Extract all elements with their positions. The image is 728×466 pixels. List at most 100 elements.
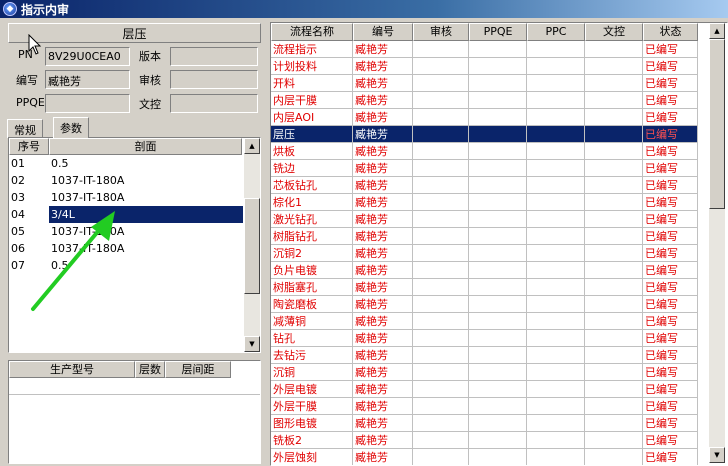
process-cell-id: 臧艳芳 <box>353 296 413 313</box>
process-row[interactable]: 内层干膜 臧艳芳 已编写 <box>271 92 698 109</box>
process-col-header[interactable]: 流程名称 <box>271 23 353 41</box>
process-row[interactable]: 铣板2 臧艳芳 已编写 <box>271 432 698 449</box>
pn-field[interactable]: 8V29U0CEA0 <box>45 47 130 66</box>
process-col-header[interactable]: 状态 <box>643 23 698 41</box>
param-row[interactable]: 01 0.5 <box>9 155 243 172</box>
process-cell-id: 臧艳芳 <box>353 381 413 398</box>
process-row[interactable]: 沉铜2 臧艳芳 已编写 <box>271 245 698 262</box>
scroll-thumb[interactable] <box>244 198 260 294</box>
process-cell-empty <box>413 75 469 92</box>
process-cell-id: 臧艳芳 <box>353 58 413 75</box>
process-row[interactable]: 层压 臧艳芳 已编写 <box>271 126 698 143</box>
param-row-no: 01 <box>11 157 25 170</box>
process-cell-empty <box>527 449 585 465</box>
process-cell-empty <box>413 194 469 211</box>
param-col-profile[interactable]: 剖面 <box>49 138 242 155</box>
process-row[interactable]: 树脂钻孔 臧艳芳 已编写 <box>271 228 698 245</box>
process-row[interactable]: 激光钻孔 臧艳芳 已编写 <box>271 211 698 228</box>
process-cell-empty <box>585 313 643 330</box>
process-row[interactable]: 棕化1 臧艳芳 已编写 <box>271 194 698 211</box>
process-col-header[interactable]: PPC <box>527 23 585 41</box>
process-cell-empty <box>413 449 469 465</box>
process-row[interactable]: 减薄铜 臧艳芳 已编写 <box>271 313 698 330</box>
process-cell-name: 沉铜 <box>271 364 353 381</box>
process-cell-status: 已编写 <box>643 313 698 330</box>
process-cell-empty <box>469 313 527 330</box>
param-scrollbar[interactable]: ▲ ▼ <box>244 138 260 352</box>
process-row[interactable]: 流程指示 臧艳芳 已编写 <box>271 41 698 58</box>
process-cell-id: 臧艳芳 <box>353 126 413 143</box>
process-cell-id: 臧艳芳 <box>353 398 413 415</box>
process-col-header[interactable]: PPQE <box>469 23 527 41</box>
author-field[interactable]: 臧艳芳 <box>45 70 130 89</box>
param-row[interactable]: 02 1037-IT-180A <box>9 172 243 189</box>
process-cell-empty <box>527 41 585 58</box>
process-cell-empty <box>469 262 527 279</box>
scroll-up-button[interactable]: ▲ <box>244 138 260 154</box>
version-field[interactable] <box>170 47 258 66</box>
process-row[interactable]: 图形电镀 臧艳芳 已编写 <box>271 415 698 432</box>
process-table: 流程名称 编号 审核 PPQE PPC 文控 状态 流程指示 臧艳芳 已编写 计划投料 臧艳芳 已编写… <box>270 22 728 466</box>
process-cell-empty <box>585 432 643 449</box>
process-cell-status: 已编写 <box>643 194 698 211</box>
process-row[interactable]: 负片电镀 臧艳芳 已编写 <box>271 262 698 279</box>
process-cell-empty <box>469 432 527 449</box>
process-col-header[interactable]: 文控 <box>585 23 643 41</box>
prod-col-model[interactable]: 生产型号 <box>9 361 135 378</box>
process-row[interactable]: 树脂塞孔 臧艳芳 已编写 <box>271 279 698 296</box>
tab-general[interactable]: 常规 <box>7 119 43 138</box>
doc-control-field[interactable] <box>170 94 258 113</box>
process-row[interactable]: 内层AOI 臧艳芳 已编写 <box>271 109 698 126</box>
process-cell-name: 钻孔 <box>271 330 353 347</box>
process-cell-name: 外层电镀 <box>271 381 353 398</box>
process-row[interactable]: 铣边 臧艳芳 已编写 <box>271 160 698 177</box>
process-cell-empty <box>585 449 643 465</box>
process-row[interactable]: 去钻污 臧艳芳 已编写 <box>271 347 698 364</box>
process-cell-name: 外层蚀刻 <box>271 449 353 465</box>
process-cell-empty <box>527 415 585 432</box>
process-cell-empty <box>469 279 527 296</box>
process-cell-status: 已编写 <box>643 449 698 465</box>
process-row[interactable]: 芯板钻孔 臧艳芳 已编写 <box>271 177 698 194</box>
process-row[interactable]: 外层蚀刻 臧艳芳 已编写 <box>271 449 698 465</box>
process-cell-name: 图形电镀 <box>271 415 353 432</box>
param-row[interactable]: 03 1037-IT-180A <box>9 189 243 206</box>
tab-parameters[interactable]: 参数 <box>53 117 89 138</box>
process-cell-id: 臧艳芳 <box>353 228 413 245</box>
review-field[interactable] <box>170 70 258 89</box>
prod-col-layers[interactable]: 层数 <box>135 361 165 378</box>
process-row[interactable]: 沉铜 臧艳芳 已编写 <box>271 364 698 381</box>
process-cell-id: 臧艳芳 <box>353 177 413 194</box>
process-scrollbar[interactable]: ▲ ▼ <box>709 23 725 463</box>
ppqe-field[interactable] <box>45 94 130 113</box>
process-row[interactable]: 外层电镀 臧艳芳 已编写 <box>271 381 698 398</box>
review-label: 审核 <box>139 74 161 87</box>
process-cell-empty <box>413 92 469 109</box>
process-row[interactable]: 钻孔 臧艳芳 已编写 <box>271 330 698 347</box>
pn-label: PN <box>18 48 33 61</box>
process-cell-name: 减薄铜 <box>271 313 353 330</box>
process-cell-empty <box>469 177 527 194</box>
process-col-header[interactable]: 编号 <box>353 23 413 41</box>
process-row[interactable]: 烘板 臧艳芳 已编写 <box>271 143 698 160</box>
process-row[interactable]: 外层干膜 臧艳芳 已编写 <box>271 398 698 415</box>
process-cell-id: 臧艳芳 <box>353 415 413 432</box>
process-cell-empty <box>469 296 527 313</box>
process-scroll-thumb[interactable] <box>709 39 725 209</box>
process-cell-empty <box>413 347 469 364</box>
process-cell-empty <box>413 296 469 313</box>
process-cell-name: 棕化1 <box>271 194 353 211</box>
process-col-header[interactable]: 审核 <box>413 23 469 41</box>
process-row[interactable]: 陶瓷磨板 臧艳芳 已编写 <box>271 296 698 313</box>
process-cell-empty <box>585 160 643 177</box>
process-row[interactable]: 开料 臧艳芳 已编写 <box>271 75 698 92</box>
process-scroll-up-button[interactable]: ▲ <box>709 23 725 39</box>
process-row[interactable]: 计划投料 臧艳芳 已编写 <box>271 58 698 75</box>
scroll-down-button[interactable]: ▼ <box>244 336 260 352</box>
process-cell-empty <box>413 211 469 228</box>
prod-col-spacing[interactable]: 层间距 <box>165 361 231 378</box>
process-cell-empty <box>585 41 643 58</box>
param-col-no[interactable]: 序号 <box>9 138 49 155</box>
process-scroll-down-button[interactable]: ▼ <box>709 447 725 463</box>
param-row-profile: 1037-IT-180A <box>51 191 125 204</box>
